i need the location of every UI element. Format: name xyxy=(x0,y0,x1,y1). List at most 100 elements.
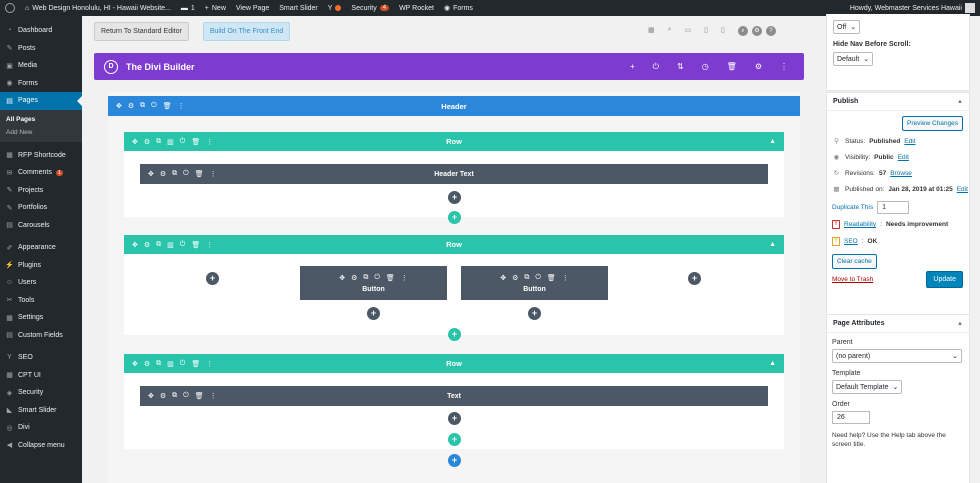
move-icon[interactable]: ✥ xyxy=(339,274,345,282)
duplicate-icon[interactable]: ⧉ xyxy=(140,102,145,110)
security-link[interactable]: Security 4 xyxy=(346,0,394,16)
sidebar-item-forms[interactable]: ◉ Forms xyxy=(0,75,82,93)
forms-link[interactable]: ◉ Forms xyxy=(439,0,478,16)
move-to-trash-link[interactable]: Move to Trash xyxy=(832,276,873,283)
order-input[interactable]: 26 xyxy=(832,411,870,424)
duplicate-icon[interactable]: ⧉ xyxy=(172,170,177,178)
add-module-button[interactable]: + xyxy=(206,272,219,285)
section-header-bar[interactable]: ✥ ⚙ ⧉ ⏻ 🗑 ⋮ Header xyxy=(108,96,800,116)
power-icon[interactable]: ⏻ xyxy=(180,241,186,249)
browse-revisions-link[interactable]: Browse xyxy=(890,170,912,177)
module-text[interactable]: ✥ ⚙ ⧉ ⏻ 🗑 ⋮ Text xyxy=(140,386,768,406)
phone-view-icon[interactable]: ▯ xyxy=(721,26,725,36)
power-icon[interactable]: ⏻ xyxy=(183,392,189,400)
sidebar-item-dashboard[interactable]: ◔ Dashboard xyxy=(0,22,82,40)
wp-rocket-link[interactable]: WP Rocket xyxy=(394,0,439,16)
return-standard-editor-button[interactable]: Return To Standard Editor xyxy=(94,22,189,41)
sidebar-item-settings[interactable]: ▦ Settings xyxy=(0,309,82,327)
sidebar-item-collapse-menu[interactable]: ◀ Collapse menu xyxy=(0,437,82,455)
trash-icon[interactable]: 🗑 xyxy=(163,102,172,110)
trash-icon[interactable]: 🗑 xyxy=(191,138,200,146)
add-row-button[interactable]: + xyxy=(448,328,461,341)
gear-icon[interactable]: ⚙ xyxy=(144,241,150,249)
add-module-button[interactable]: + xyxy=(688,272,701,285)
build-front-end-button[interactable]: Build On The Front End xyxy=(202,22,291,41)
sidebar-item-smart-slider[interactable]: ◣ Smart Slider xyxy=(0,402,82,420)
add-module-button[interactable]: + xyxy=(448,191,461,204)
template-select[interactable]: Default Template ⌄ xyxy=(832,380,903,394)
sidebar-item-pages[interactable]: ▤ Pages xyxy=(0,92,82,110)
module-header-text[interactable]: ✥ ⚙ ⧉ ⏻ 🗑 ⋮ Header Text xyxy=(140,164,768,184)
zoom-icon[interactable]: ⌕ xyxy=(668,26,672,36)
move-icon[interactable]: ✥ xyxy=(116,102,122,110)
add-row-button[interactable]: + xyxy=(448,211,461,224)
trash-icon[interactable]: 🗑 xyxy=(191,241,200,249)
site-name-link[interactable]: ⌂ Web Design Honolulu, HI - Hawaii Websit… xyxy=(20,0,176,16)
row-header-bar[interactable]: ✥ ⚙ ⧉ ▥ ⏻ 🗑 ⋮ Row ▲ xyxy=(124,132,784,151)
update-button[interactable]: Update xyxy=(926,271,963,288)
sidebar-item-plugins[interactable]: ⚡ Plugins xyxy=(0,257,82,275)
power-icon[interactable]: ⏻ xyxy=(535,274,541,282)
move-icon[interactable]: ✥ xyxy=(132,360,138,368)
wireframe-view-icon[interactable]: ▦ xyxy=(648,26,655,36)
duplicate-icon[interactable]: ⧉ xyxy=(156,360,161,368)
power-icon[interactable]: ⏻ xyxy=(151,102,157,110)
edit-status-link[interactable]: Edit xyxy=(904,138,915,145)
more-icon[interactable]: ⋮ xyxy=(206,241,213,249)
hide-nav-select[interactable]: Default ⌄ xyxy=(833,52,874,66)
sidebar-item-divi[interactable]: ◎ Divi xyxy=(0,419,82,437)
view-page-link[interactable]: View Page xyxy=(231,0,274,16)
add-module-button[interactable]: + xyxy=(448,412,461,425)
gear-icon[interactable]: ⚙ xyxy=(755,62,762,72)
sidebar-item-users[interactable]: ☺ Users xyxy=(0,274,82,292)
submenu-all-pages[interactable]: All Pages xyxy=(0,113,82,126)
sidebar-item-rfp-shortcode[interactable]: ▦ RFP Shortcode xyxy=(0,147,82,165)
tablet-view-icon[interactable]: ▯ xyxy=(704,26,708,36)
row-header-bar[interactable]: ✥ ⚙ ⧉ ▥ ⏻ 🗑 ⋮ Row ▲ xyxy=(124,354,784,373)
sidebar-item-portfolios[interactable]: ✎ Portfolios xyxy=(0,199,82,217)
power-icon[interactable]: ⏻ xyxy=(180,138,186,146)
sidebar-item-media[interactable]: ▣ Media xyxy=(0,57,82,75)
collapse-toggle-icon[interactable]: ▲ xyxy=(957,321,963,327)
yoast-menu[interactable]: Y xyxy=(323,0,347,16)
gear-icon[interactable]: ⚙ xyxy=(128,102,134,110)
more-icon[interactable]: ⋮ xyxy=(401,274,408,282)
gear-icon[interactable]: ⚙ xyxy=(160,392,166,400)
duplicate-icon[interactable]: ⧉ xyxy=(524,274,529,282)
module-button[interactable]: ✥ ⚙ ⧉ ⏻ 🗑 ⋮ Button xyxy=(300,266,447,300)
wp-logo-menu[interactable] xyxy=(0,0,20,16)
collapse-toggle-icon[interactable]: ▲ xyxy=(957,99,963,105)
submenu-add-new[interactable]: Add New xyxy=(0,126,82,139)
more-icon[interactable]: ⋮ xyxy=(210,170,217,178)
readability-link[interactable]: Readability xyxy=(844,221,876,228)
edit-visibility-link[interactable]: Edit xyxy=(898,154,909,161)
duplicate-count-input[interactable]: 1 xyxy=(877,201,910,214)
module-button[interactable]: ✥ ⚙ ⧉ ⏻ 🗑 ⋮ Button xyxy=(461,266,608,300)
gear-icon[interactable]: ⚙ xyxy=(351,274,357,282)
sort-icon[interactable]: ⇅ xyxy=(677,62,684,72)
sidebar-item-seo[interactable]: Y SEO xyxy=(0,349,82,367)
more-icon[interactable]: ⋮ xyxy=(562,274,569,282)
sidebar-item-comments[interactable]: ✉ Comments 1 xyxy=(0,164,82,182)
trash-icon[interactable]: 🗑 xyxy=(727,62,737,72)
parent-select[interactable]: (no parent) ⌄ xyxy=(832,349,962,363)
duplicate-icon[interactable]: ⧉ xyxy=(172,392,177,400)
gear-icon[interactable]: ⚙ xyxy=(160,170,166,178)
power-icon[interactable]: ⏻ xyxy=(374,274,380,282)
edit-date-link[interactable]: Edit xyxy=(957,186,968,193)
preview-changes-button[interactable]: Preview Changes xyxy=(902,116,963,131)
gear-icon[interactable]: ⚙ xyxy=(144,360,150,368)
more-icon[interactable]: ⋮ xyxy=(780,62,788,72)
trash-icon[interactable]: 🗑 xyxy=(547,274,556,282)
more-icon[interactable]: ⋮ xyxy=(178,102,185,110)
search-icon[interactable]: ⌕ xyxy=(737,26,748,36)
power-icon[interactable]: ⏻ xyxy=(653,62,659,72)
history-icon[interactable]: ◷ xyxy=(702,62,709,72)
move-icon[interactable]: ✥ xyxy=(148,170,154,178)
clear-cache-button[interactable]: Clear cache xyxy=(832,254,877,269)
move-icon[interactable]: ✥ xyxy=(148,392,154,400)
sidebar-item-projects[interactable]: ✎ Projects xyxy=(0,182,82,200)
row-header-bar[interactable]: ✥ ⚙ ⧉ ▥ ⏻ 🗑 ⋮ Row ▲ xyxy=(124,235,784,254)
trash-icon[interactable]: 🗑 xyxy=(191,360,200,368)
add-icon[interactable]: + xyxy=(630,62,635,72)
